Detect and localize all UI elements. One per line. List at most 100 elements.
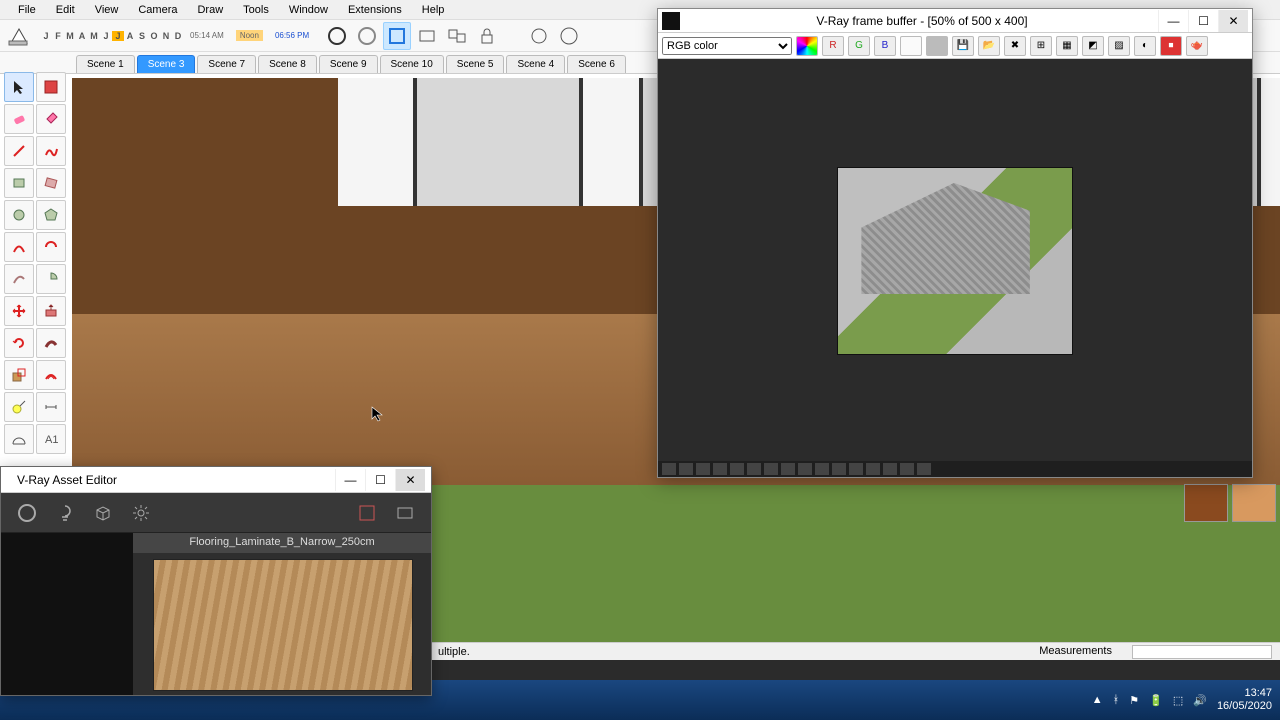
vfb-channel-select[interactable]: RGB color: [662, 37, 792, 55]
pushpull-tool[interactable]: [36, 296, 66, 326]
vfb-b9[interactable]: [798, 463, 812, 475]
vfb-b8[interactable]: [781, 463, 795, 475]
eraser-tool[interactable]: [4, 104, 34, 134]
month-o[interactable]: O: [148, 31, 160, 41]
menu-extensions[interactable]: Extensions: [338, 1, 412, 19]
vfb-r-button[interactable]: R: [822, 36, 844, 56]
polygon-tool[interactable]: [36, 200, 66, 230]
vfb-mono-grey-icon[interactable]: [926, 36, 948, 56]
vfb-lens-icon[interactable]: ◐: [1134, 36, 1156, 56]
vray-cloud-icon[interactable]: [525, 22, 553, 50]
tray-bluetooth-icon[interactable]: ᚼ: [1113, 694, 1120, 706]
model-info-icon[interactable]: [4, 23, 32, 49]
vfb-b11[interactable]: [832, 463, 846, 475]
vfb-b3[interactable]: [696, 463, 710, 475]
tape-measure-tool[interactable]: [4, 392, 34, 422]
vfb-region-icon[interactable]: ▦: [1056, 36, 1078, 56]
vfb-b1[interactable]: [662, 463, 676, 475]
vfb-clear-icon[interactable]: ✖: [1004, 36, 1026, 56]
minimize-button[interactable]: —: [1158, 10, 1188, 32]
ae-render-icon[interactable]: [353, 499, 381, 527]
pie-tool[interactable]: [36, 264, 66, 294]
vfb-b10[interactable]: [815, 463, 829, 475]
move-tool[interactable]: [4, 296, 34, 326]
month-f[interactable]: F: [52, 31, 64, 41]
vfb-stop-icon[interactable]: ⏹: [1160, 36, 1182, 56]
measurements-value[interactable]: [1132, 645, 1272, 659]
ae-materials-icon[interactable]: [13, 499, 41, 527]
ae-minimize-button[interactable]: —: [335, 469, 365, 491]
protractor-tool[interactable]: [4, 424, 34, 454]
ae-material-preview[interactable]: [153, 559, 413, 691]
tab-scene-8[interactable]: Scene 8: [258, 55, 317, 73]
select-tool[interactable]: [4, 72, 34, 102]
menu-view[interactable]: View: [85, 1, 129, 19]
tab-scene-5[interactable]: Scene 5: [446, 55, 505, 73]
tab-scene-10[interactable]: Scene 10: [380, 55, 444, 73]
menu-window[interactable]: Window: [279, 1, 338, 19]
vfb-open-icon[interactable]: 📂: [978, 36, 1000, 56]
month-m2[interactable]: M: [88, 31, 100, 41]
followme-tool[interactable]: [36, 328, 66, 358]
vray-batch-icon[interactable]: [443, 22, 471, 50]
ae-titlebar[interactable]: V-Ray Asset Editor — ☐ ✕: [1, 467, 431, 493]
month-a[interactable]: A: [76, 31, 88, 41]
vfb-b12[interactable]: [849, 463, 863, 475]
tab-scene-3[interactable]: Scene 3: [137, 55, 196, 73]
tab-scene-7[interactable]: Scene 7: [197, 55, 256, 73]
close-button[interactable]: ✕: [1218, 10, 1248, 32]
tray-flag-icon[interactable]: ⚑: [1129, 694, 1139, 707]
swatch-1[interactable]: [1184, 484, 1228, 522]
vfb-teapot-icon[interactable]: 🫖: [1186, 36, 1208, 56]
vfb-canvas[interactable]: [658, 61, 1252, 461]
ae-settings-icon[interactable]: [127, 499, 155, 527]
vfb-track-icon[interactable]: ◩: [1082, 36, 1104, 56]
vray-vfb-icon[interactable]: [413, 22, 441, 50]
vfb-b13[interactable]: [866, 463, 880, 475]
ae-vfb-icon[interactable]: [391, 499, 419, 527]
tab-scene-1[interactable]: Scene 1: [76, 55, 135, 73]
month-n[interactable]: N: [160, 31, 172, 41]
month-j3[interactable]: J: [112, 31, 124, 41]
paint-bucket-tool[interactable]: [36, 104, 66, 134]
maximize-button[interactable]: ☐: [1188, 10, 1218, 32]
tab-scene-6[interactable]: Scene 6: [567, 55, 626, 73]
vfb-b4[interactable]: [713, 463, 727, 475]
rotate-tool[interactable]: [4, 328, 34, 358]
vfb-b5[interactable]: [730, 463, 744, 475]
vfb-b14[interactable]: [883, 463, 897, 475]
month-j2[interactable]: J: [100, 31, 112, 41]
text-tool[interactable]: A1: [36, 424, 66, 454]
tray-network-icon[interactable]: ⬚: [1173, 694, 1183, 707]
month-d[interactable]: D: [172, 31, 184, 41]
arc-tool[interactable]: [4, 232, 34, 262]
vfb-b15[interactable]: [900, 463, 914, 475]
vfb-b2[interactable]: [679, 463, 693, 475]
vray-viewport-icon[interactable]: [383, 22, 411, 50]
freehand-tool[interactable]: [36, 136, 66, 166]
menu-draw[interactable]: Draw: [187, 1, 233, 19]
vray-asset-editor-window[interactable]: V-Ray Asset Editor — ☐ ✕ Flooring_Lamina…: [0, 466, 432, 696]
taskbar-clock[interactable]: 13:47 16/05/2020: [1217, 687, 1272, 713]
vfb-color-icon[interactable]: [796, 36, 818, 56]
ae-geometry-icon[interactable]: [89, 499, 117, 527]
menu-camera[interactable]: Camera: [128, 1, 187, 19]
tray-chevron-icon[interactable]: ▲: [1092, 694, 1103, 706]
offset-tool[interactable]: [36, 360, 66, 390]
menu-edit[interactable]: Edit: [46, 1, 85, 19]
rectangle-tool[interactable]: [4, 168, 34, 198]
arc2-tool[interactable]: [36, 232, 66, 262]
tab-scene-9[interactable]: Scene 9: [319, 55, 378, 73]
menu-help[interactable]: Help: [412, 1, 455, 19]
shadow-date-strip[interactable]: J F M A M J J A S O N D 05:14 AM Noon 06…: [40, 30, 315, 41]
arc3-tool[interactable]: [4, 264, 34, 294]
menu-file[interactable]: File: [8, 1, 46, 19]
vray-frame-buffer-window[interactable]: V-Ray frame buffer - [50% of 500 x 400] …: [657, 8, 1253, 478]
tab-scene-4[interactable]: Scene 4: [506, 55, 565, 73]
dimension-tool[interactable]: [36, 392, 66, 422]
make-component-tool[interactable]: [36, 72, 66, 102]
month-a2[interactable]: A: [124, 31, 136, 41]
vray-asset-editor-icon[interactable]: [555, 22, 583, 50]
tray-volume-icon[interactable]: 🔊: [1193, 694, 1207, 707]
line-tool[interactable]: [4, 136, 34, 166]
